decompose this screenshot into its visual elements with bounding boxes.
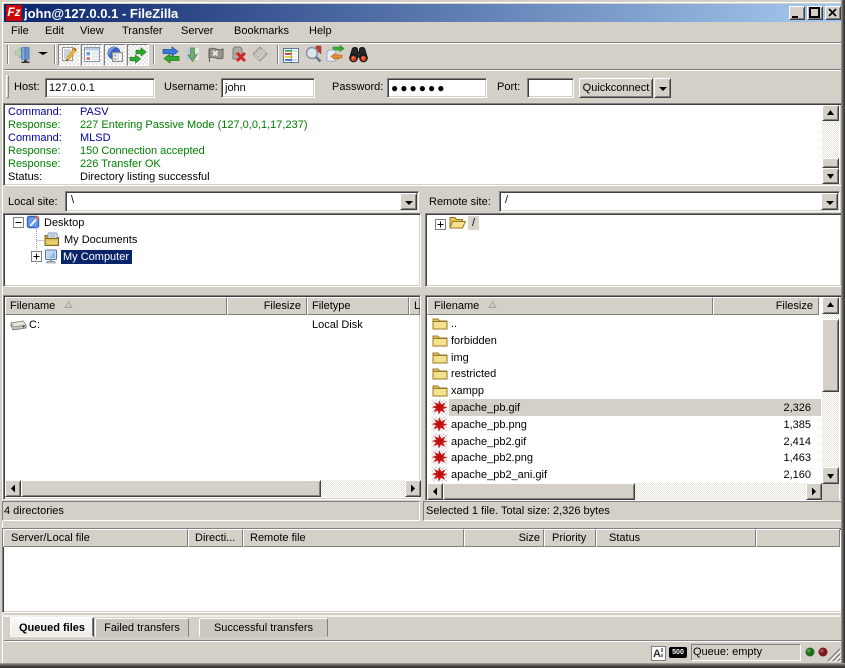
svg-text:A: A: [653, 648, 661, 660]
